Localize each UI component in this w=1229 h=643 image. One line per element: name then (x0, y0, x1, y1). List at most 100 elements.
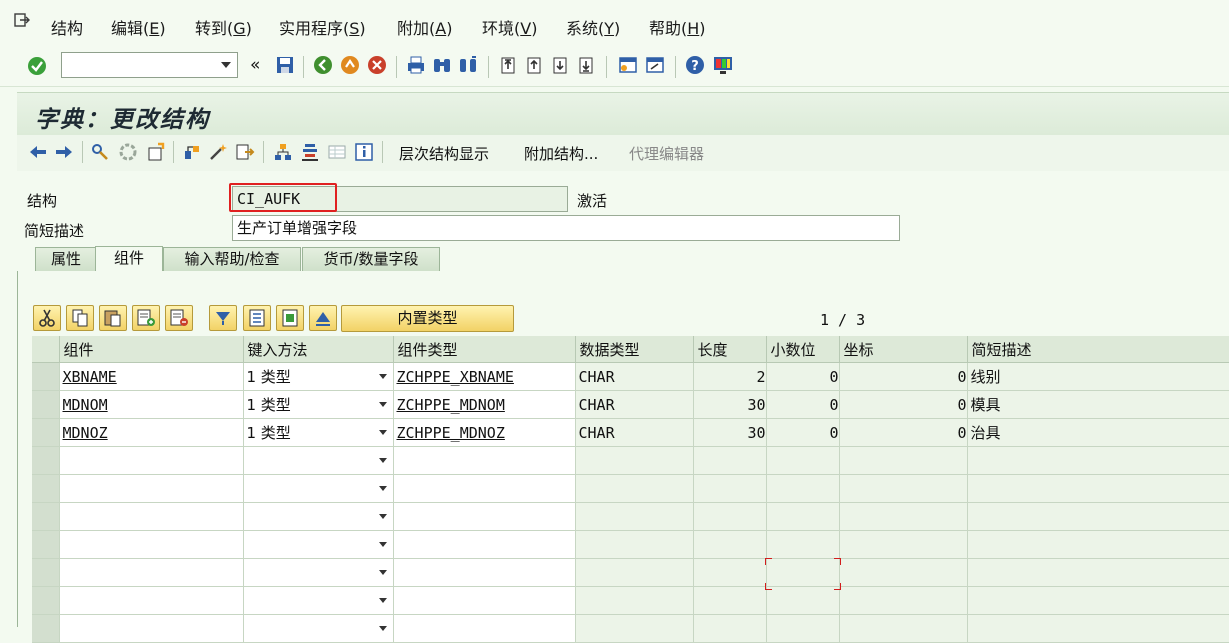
include-structure-button[interactable] (243, 305, 271, 331)
menu-item-3[interactable]: 实用程序(S) (279, 15, 366, 39)
row-selector[interactable] (32, 586, 60, 615)
tab-attributes[interactable]: 属性 (35, 247, 97, 271)
chevron-down-icon[interactable] (378, 542, 387, 547)
chevron-down-icon[interactable] (378, 458, 387, 463)
typing-method-cell[interactable] (243, 502, 394, 531)
customize-layout-icon[interactable] (712, 55, 734, 75)
component-type-cell[interactable]: ZCHPPE_XBNAME (393, 362, 576, 391)
component-type-link[interactable]: ZCHPPE_XBNAME (397, 368, 514, 386)
typing-method-cell[interactable]: 1 类型 (243, 362, 394, 391)
column-header[interactable]: 长度 (693, 336, 767, 363)
column-header[interactable]: 简短描述 (967, 336, 1229, 363)
column-header[interactable]: 小数位 (766, 336, 840, 363)
print-icon[interactable] (406, 55, 426, 75)
component-type-cell[interactable] (393, 474, 576, 503)
typing-method-cell[interactable] (243, 530, 394, 559)
component-cell[interactable] (59, 474, 244, 503)
activate-icon[interactable] (118, 142, 138, 162)
chevron-down-icon[interactable] (378, 402, 387, 407)
check-icon[interactable] (146, 142, 166, 162)
cut-row-button[interactable] (33, 305, 61, 331)
last-page-icon[interactable] (576, 55, 596, 75)
typing-method-cell[interactable]: 1 类型 (243, 418, 394, 447)
collapse-icon[interactable]: « (250, 55, 260, 75)
row-selector[interactable] (32, 362, 60, 391)
column-header[interactable]: 坐标 (839, 336, 968, 363)
menu-item-1[interactable]: 编辑(E) (111, 15, 166, 39)
save-icon[interactable] (275, 55, 295, 75)
where-used-icon[interactable] (182, 142, 202, 162)
command-field[interactable] (61, 52, 238, 78)
chevron-down-icon[interactable] (378, 514, 387, 519)
typing-method-cell[interactable] (243, 558, 394, 587)
arrow-right-icon[interactable] (54, 143, 74, 161)
hierarchy-icon[interactable] (273, 142, 293, 162)
component-type-cell[interactable]: ZCHPPE_MDNOZ (393, 418, 576, 447)
component-cell[interactable] (59, 530, 244, 559)
typing-method-cell[interactable] (243, 474, 394, 503)
row-selector[interactable] (32, 558, 60, 587)
component-type-cell[interactable] (393, 558, 576, 587)
filter-button[interactable] (209, 305, 237, 331)
help-icon[interactable]: ? (685, 55, 705, 75)
back-icon[interactable] (313, 55, 333, 75)
component-type-cell[interactable] (393, 530, 576, 559)
menu-item-7[interactable]: 帮助(H) (649, 15, 706, 39)
row-selector[interactable] (32, 418, 60, 447)
info-icon[interactable] (354, 142, 374, 162)
row-selector[interactable] (32, 390, 60, 419)
enter-icon[interactable] (27, 56, 47, 76)
chevron-down-icon[interactable] (378, 430, 387, 435)
component-cell[interactable] (59, 558, 244, 587)
short-description-field[interactable]: 生产订单增强字段 (232, 215, 900, 241)
builtin-type-button[interactable]: 内置类型 (341, 305, 514, 332)
component-type-link[interactable]: ZCHPPE_MDNOM (397, 396, 505, 414)
object-list-icon[interactable] (235, 142, 255, 162)
column-header[interactable]: 组件类型 (393, 336, 576, 363)
display-change-icon[interactable] (90, 142, 110, 162)
typing-method-cell[interactable] (243, 446, 394, 475)
chevron-down-icon[interactable] (221, 62, 231, 68)
new-session-icon[interactable] (618, 55, 638, 75)
stack-icon[interactable] (300, 142, 320, 162)
copy-row-button[interactable] (66, 305, 94, 331)
next-page-icon[interactable] (550, 55, 570, 75)
component-cell[interactable] (59, 586, 244, 615)
tab-currency-quantity[interactable]: 货币/数量字段 (302, 247, 440, 271)
menu-exit-icon[interactable] (14, 13, 30, 27)
magic-wand-icon[interactable] (208, 142, 228, 162)
find-next-icon[interactable] (458, 55, 478, 75)
typing-method-cell[interactable] (243, 614, 394, 643)
typing-method-cell[interactable]: 1 类型 (243, 390, 394, 419)
first-page-icon[interactable] (498, 55, 518, 75)
component-cell[interactable]: MDNOZ (59, 418, 244, 447)
arrow-left-icon[interactable] (28, 143, 48, 161)
component-type-cell[interactable] (393, 502, 576, 531)
shortcut-icon[interactable] (645, 55, 665, 75)
component-cell[interactable]: XBNAME (59, 362, 244, 391)
chevron-down-icon[interactable] (378, 598, 387, 603)
append-structure-button[interactable]: 附加结构... (524, 143, 598, 164)
exit-icon[interactable] (340, 55, 360, 75)
row-selector[interactable] (32, 446, 60, 475)
tab-components[interactable]: 组件 (95, 246, 163, 272)
menu-item-6[interactable]: 系统(Y) (566, 15, 620, 39)
expand-structure-button[interactable] (276, 305, 304, 331)
column-header[interactable]: 数据类型 (575, 336, 694, 363)
insert-row-button[interactable] (132, 305, 160, 331)
row-selector[interactable] (32, 614, 60, 643)
component-type-cell[interactable] (393, 614, 576, 643)
column-header[interactable]: 组件 (59, 336, 244, 363)
table-view-icon[interactable] (327, 142, 347, 162)
column-header[interactable]: 键入方法 (243, 336, 394, 363)
chevron-down-icon[interactable] (378, 570, 387, 575)
delete-row-button[interactable] (165, 305, 193, 331)
collapse-button[interactable] (309, 305, 337, 331)
previous-page-icon[interactable] (524, 55, 544, 75)
tab-input-help-check[interactable]: 输入帮助/检查 (163, 247, 301, 271)
component-cell[interactable] (59, 614, 244, 643)
component-type-cell[interactable]: ZCHPPE_MDNOM (393, 390, 576, 419)
component-type-link[interactable]: ZCHPPE_MDNOZ (397, 424, 505, 442)
component-cell[interactable]: MDNOM (59, 390, 244, 419)
component-cell[interactable] (59, 502, 244, 531)
